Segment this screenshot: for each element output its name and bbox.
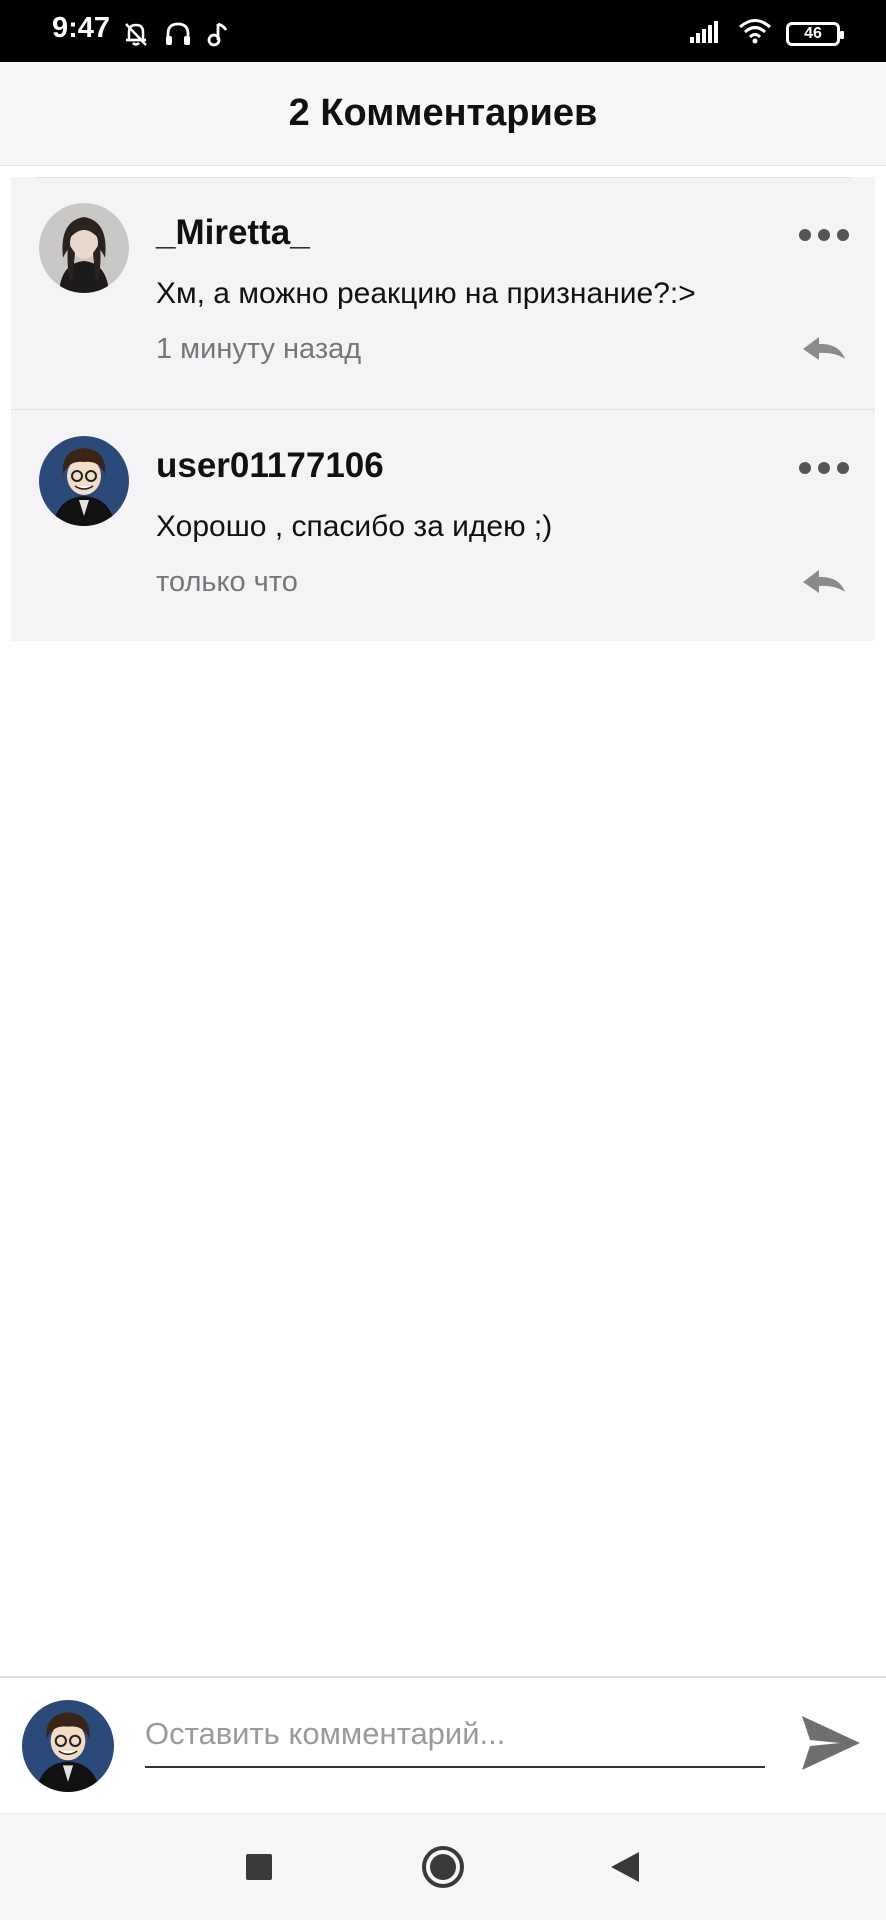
system-nav-bar [0, 1814, 886, 1920]
status-icons-left [122, 20, 230, 53]
header: 2 Комментариев [0, 62, 886, 166]
dot [837, 462, 849, 474]
reply-icon [803, 570, 845, 593]
reply-icon [803, 337, 845, 360]
comment-item: _Miretta_ Хм, а можно реакцию на признан… [11, 177, 875, 409]
recents-button[interactable] [234, 1842, 284, 1892]
home-circle-icon [422, 1846, 464, 1888]
dot [799, 462, 811, 474]
comment-text: Хм, а можно реакцию на признание?:> [156, 277, 696, 310]
reply-button[interactable] [799, 329, 849, 369]
signal-icon [690, 19, 724, 48]
avatar[interactable] [39, 203, 129, 293]
home-button[interactable] [418, 1842, 468, 1892]
comment-username[interactable]: user01177106 [156, 446, 384, 486]
music-note-icon [206, 20, 230, 53]
status-icons-right: 46 [690, 18, 844, 49]
dot [799, 229, 811, 241]
reply-button[interactable] [799, 562, 849, 602]
dot [818, 462, 830, 474]
status-time: 9:47 [52, 12, 111, 44]
avatar [22, 1700, 114, 1792]
divider [35, 177, 851, 178]
status-bar: 9:47 46 [0, 0, 886, 62]
comments-list: _Miretta_ Хм, а можно реакцию на признан… [11, 177, 875, 641]
send-icon [802, 1716, 860, 1770]
comment-username[interactable]: _Miretta_ [156, 213, 310, 253]
battery-icon: 46 [786, 21, 844, 46]
wifi-icon [738, 18, 772, 49]
muted-bell-icon [122, 20, 150, 53]
comment-text: Хорошо , спасибо за идею ;) [156, 510, 553, 543]
comment-time: 1 минуту назад [156, 333, 362, 365]
dot [818, 229, 830, 241]
comment-time: только что [156, 566, 298, 598]
more-options-button[interactable] [799, 458, 849, 478]
avatar[interactable] [39, 436, 129, 526]
back-button[interactable] [600, 1842, 650, 1892]
send-button[interactable] [798, 1710, 864, 1776]
comment-item: user01177106 Хорошо , спасибо за идею ;)… [11, 409, 875, 641]
dot [837, 229, 849, 241]
more-options-button[interactable] [799, 225, 849, 245]
comment-input[interactable] [145, 1708, 765, 1768]
battery-level: 46 [804, 24, 822, 42]
comment-input-bar [0, 1676, 886, 1814]
back-triangle-icon [611, 1852, 639, 1882]
headphones-icon [164, 20, 192, 53]
page-title: 2 Комментариев [288, 92, 598, 134]
recents-square-icon [246, 1854, 272, 1880]
